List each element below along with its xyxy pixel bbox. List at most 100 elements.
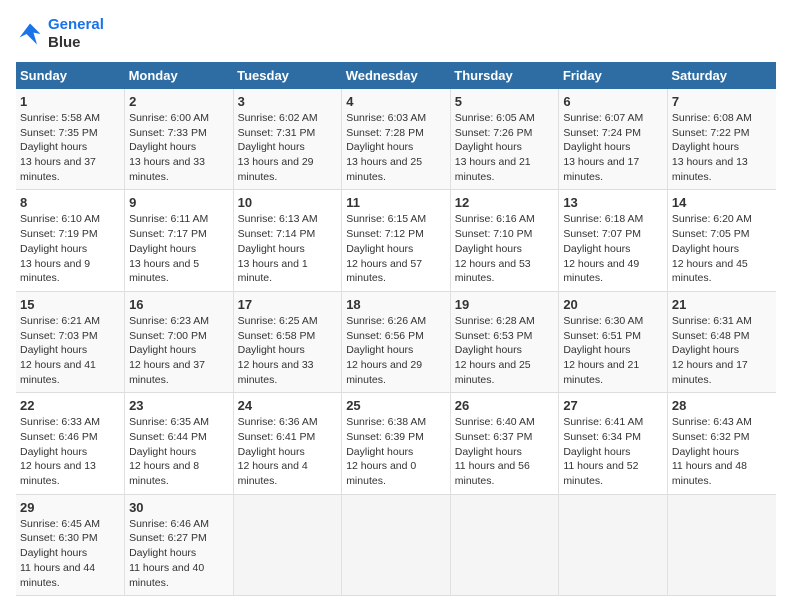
day-cell: 18Sunrise: 6:26 AMSunset: 6:56 PMDayligh…: [342, 291, 451, 392]
day-info: Sunrise: 6:10 AMSunset: 7:19 PMDaylight …: [20, 212, 120, 285]
day-info: Sunrise: 6:16 AMSunset: 7:10 PMDaylight …: [455, 212, 555, 285]
day-number: 1: [20, 94, 120, 109]
day-info: Sunrise: 6:05 AMSunset: 7:26 PMDaylight …: [455, 111, 555, 184]
day-info: Sunrise: 6:03 AMSunset: 7:28 PMDaylight …: [346, 111, 446, 184]
day-cell: 29 Sunrise: 6:45 AMSunset: 6:30 PMDayligh…: [16, 494, 125, 595]
day-info: Sunrise: 6:11 AMSunset: 7:17 PMDaylight …: [129, 212, 229, 285]
day-info: Sunrise: 6:43 AMSunset: 6:32 PMDaylight …: [672, 415, 772, 488]
day-cell: 16 Sunrise: 6:23 AMSunset: 7:00 PMDayligh…: [125, 291, 234, 392]
day-number: 10: [238, 195, 338, 210]
weekday-header-row: SundayMondayTuesdayWednesdayThursdayFrid…: [16, 62, 776, 89]
weekday-header-tuesday: Tuesday: [233, 62, 342, 89]
day-cell: 5 Sunrise: 6:05 AMSunset: 7:26 PMDaylight…: [450, 89, 559, 190]
day-cell: 25Sunrise: 6:38 AMSunset: 6:39 PMDayligh…: [342, 393, 451, 494]
day-info: Sunrise: 6:30 AMSunset: 6:51 PMDaylight …: [563, 314, 663, 387]
weekday-header-monday: Monday: [125, 62, 234, 89]
day-info: Sunrise: 6:28 AMSunset: 6:53 PMDaylight …: [455, 314, 555, 387]
day-info: Sunrise: 6:00 AMSunset: 7:33 PMDaylight …: [129, 111, 229, 184]
day-cell: 9 Sunrise: 6:11 AMSunset: 7:17 PMDaylight…: [125, 190, 234, 291]
day-cell: 2 Sunrise: 6:00 AMSunset: 7:33 PMDaylight…: [125, 89, 234, 190]
day-number: 27: [563, 398, 663, 413]
day-number: 2: [129, 94, 229, 109]
day-info: Sunrise: 6:35 AMSunset: 6:44 PMDaylight …: [129, 415, 229, 488]
weekday-header-thursday: Thursday: [450, 62, 559, 89]
day-number: 30: [129, 500, 229, 515]
day-cell: 8 Sunrise: 6:10 AMSunset: 7:19 PMDaylight…: [16, 190, 125, 291]
week-row-3: 15 Sunrise: 6:21 AMSunset: 7:03 PMDayligh…: [16, 291, 776, 392]
day-number: 29: [20, 500, 120, 515]
day-number: 24: [238, 398, 338, 413]
day-cell: [342, 494, 451, 595]
day-number: 19: [455, 297, 555, 312]
week-row-1: 1 Sunrise: 5:58 AMSunset: 7:35 PMDaylight…: [16, 89, 776, 190]
day-info: Sunrise: 6:41 AMSunset: 6:34 PMDaylight …: [563, 415, 663, 488]
day-cell: [450, 494, 559, 595]
logo-icon: [16, 20, 44, 48]
day-number: 15: [20, 297, 120, 312]
day-number: 12: [455, 195, 555, 210]
day-cell: 7Sunrise: 6:08 AMSunset: 7:22 PMDaylight…: [667, 89, 776, 190]
day-info: Sunrise: 6:13 AMSunset: 7:14 PMDaylight …: [238, 212, 338, 285]
day-number: 11: [346, 195, 446, 210]
day-cell: 4Sunrise: 6:03 AMSunset: 7:28 PMDaylight…: [342, 89, 451, 190]
day-cell: 22Sunrise: 6:33 AMSunset: 6:46 PMDayligh…: [16, 393, 125, 494]
day-number: 22: [20, 398, 120, 413]
day-number: 5: [455, 94, 555, 109]
day-cell: 27 Sunrise: 6:41 AMSunset: 6:34 PMDayligh…: [559, 393, 668, 494]
calendar-body: 1 Sunrise: 5:58 AMSunset: 7:35 PMDaylight…: [16, 89, 776, 596]
day-cell: 15 Sunrise: 6:21 AMSunset: 7:03 PMDayligh…: [16, 291, 125, 392]
day-cell: 6 Sunrise: 6:07 AMSunset: 7:24 PMDaylight…: [559, 89, 668, 190]
day-info: Sunrise: 5:58 AMSunset: 7:35 PMDaylight …: [20, 111, 120, 184]
weekday-header-wednesday: Wednesday: [342, 62, 451, 89]
day-info: Sunrise: 6:15 AMSunset: 7:12 PMDaylight …: [346, 212, 446, 285]
day-info: Sunrise: 6:23 AMSunset: 7:00 PMDaylight …: [129, 314, 229, 387]
day-cell: 21 Sunrise: 6:31 AMSunset: 6:48 PMDayligh…: [667, 291, 776, 392]
day-info: Sunrise: 6:46 AMSunset: 6:27 PMDaylight …: [129, 517, 229, 590]
day-cell: 23 Sunrise: 6:35 AMSunset: 6:44 PMDayligh…: [125, 393, 234, 494]
day-cell: 3 Sunrise: 6:02 AMSunset: 7:31 PMDaylight…: [233, 89, 342, 190]
day-cell: 13Sunrise: 6:18 AMSunset: 7:07 PMDayligh…: [559, 190, 668, 291]
day-cell: 11 Sunrise: 6:15 AMSunset: 7:12 PMDayligh…: [342, 190, 451, 291]
day-info: Sunrise: 6:08 AMSunset: 7:22 PMDaylight …: [672, 111, 772, 184]
day-number: 20: [563, 297, 663, 312]
day-cell: 1 Sunrise: 5:58 AMSunset: 7:35 PMDaylight…: [16, 89, 125, 190]
day-cell: [559, 494, 668, 595]
day-info: Sunrise: 6:40 AMSunset: 6:37 PMDaylight …: [455, 415, 555, 488]
day-number: 6: [563, 94, 663, 109]
week-row-2: 8 Sunrise: 6:10 AMSunset: 7:19 PMDaylight…: [16, 190, 776, 291]
day-cell: 10 Sunrise: 6:13 AMSunset: 7:14 PMDayligh…: [233, 190, 342, 291]
day-info: Sunrise: 6:38 AMSunset: 6:39 PMDaylight …: [346, 415, 446, 488]
day-cell: 24Sunrise: 6:36 AMSunset: 6:41 PMDayligh…: [233, 393, 342, 494]
day-info: Sunrise: 6:20 AMSunset: 7:05 PMDaylight …: [672, 212, 772, 285]
day-info: Sunrise: 6:31 AMSunset: 6:48 PMDaylight …: [672, 314, 772, 387]
day-number: 3: [238, 94, 338, 109]
day-info: Sunrise: 6:21 AMSunset: 7:03 PMDaylight …: [20, 314, 120, 387]
day-number: 17: [238, 297, 338, 312]
weekday-header-saturday: Saturday: [667, 62, 776, 89]
day-number: 26: [455, 398, 555, 413]
week-row-5: 29 Sunrise: 6:45 AMSunset: 6:30 PMDayligh…: [16, 494, 776, 595]
day-info: Sunrise: 6:45 AMSunset: 6:30 PMDaylight …: [20, 517, 120, 590]
day-cell: 26 Sunrise: 6:40 AMSunset: 6:37 PMDayligh…: [450, 393, 559, 494]
day-number: 8: [20, 195, 120, 210]
day-cell: 17Sunrise: 6:25 AMSunset: 6:58 PMDayligh…: [233, 291, 342, 392]
day-cell: 19 Sunrise: 6:28 AMSunset: 6:53 PMDayligh…: [450, 291, 559, 392]
weekday-header-friday: Friday: [559, 62, 668, 89]
calendar-header: SundayMondayTuesdayWednesdayThursdayFrid…: [16, 62, 776, 89]
day-number: 14: [672, 195, 772, 210]
day-cell: 28 Sunrise: 6:43 AMSunset: 6:32 PMDayligh…: [667, 393, 776, 494]
day-number: 21: [672, 297, 772, 312]
week-row-4: 22Sunrise: 6:33 AMSunset: 6:46 PMDayligh…: [16, 393, 776, 494]
day-number: 16: [129, 297, 229, 312]
page-header: GeneralBlue: [16, 16, 776, 52]
day-info: Sunrise: 6:02 AMSunset: 7:31 PMDaylight …: [238, 111, 338, 184]
day-number: 23: [129, 398, 229, 413]
day-number: 28: [672, 398, 772, 413]
calendar-table: SundayMondayTuesdayWednesdayThursdayFrid…: [16, 62, 776, 596]
day-info: Sunrise: 6:07 AMSunset: 7:24 PMDaylight …: [563, 111, 663, 184]
day-number: 9: [129, 195, 229, 210]
logo: GeneralBlue: [16, 16, 104, 52]
day-number: 18: [346, 297, 446, 312]
day-cell: [233, 494, 342, 595]
logo-text: GeneralBlue: [48, 16, 104, 52]
